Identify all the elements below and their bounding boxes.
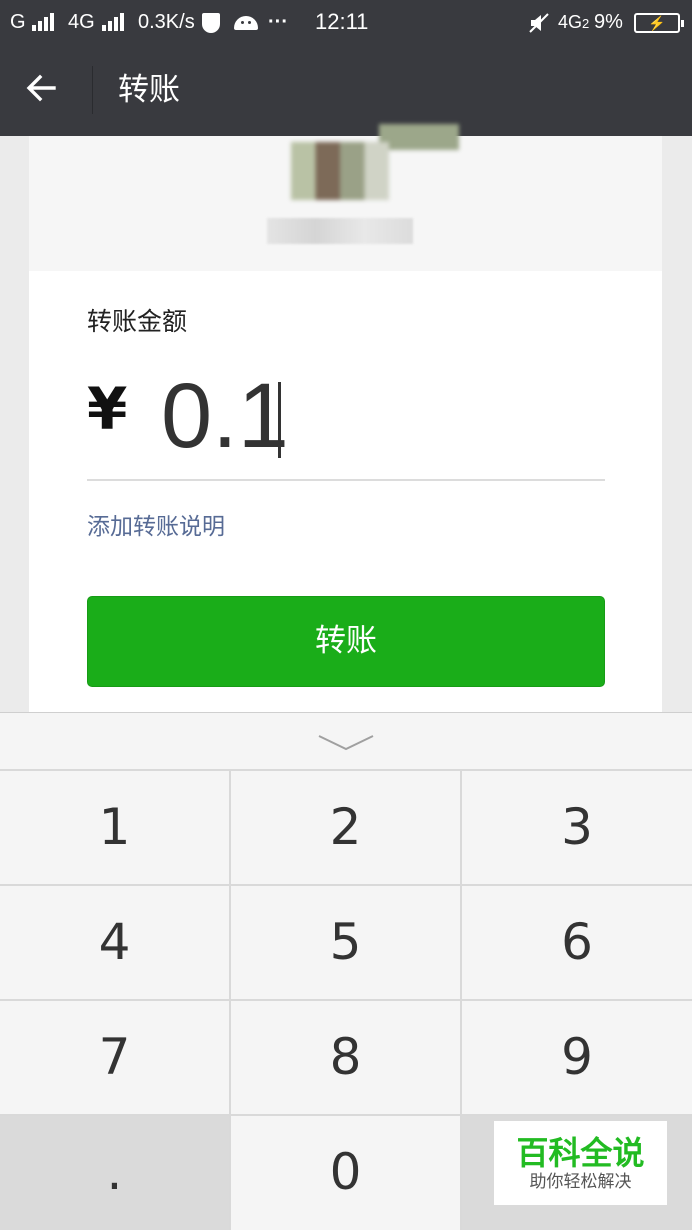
watermark-logo: 百科全说 助你轻松解决 bbox=[494, 1121, 667, 1205]
transfer-button[interactable]: 转账 bbox=[87, 596, 605, 687]
transfer-card: 转账金额 ¥ 0.1 添加转账说明 转账 bbox=[29, 124, 662, 712]
collapse-keyboard-button[interactable] bbox=[0, 713, 692, 769]
more-notifications-icon: ··· bbox=[268, 11, 288, 33]
key-9[interactable]: 9 bbox=[462, 1001, 692, 1114]
network-type: 4G2 bbox=[558, 12, 590, 32]
currency-symbol: ¥ bbox=[87, 375, 128, 443]
page-title: 转账 bbox=[118, 72, 180, 108]
signal-1-icon bbox=[28, 0, 58, 44]
battery-percent: 9% bbox=[594, 11, 623, 33]
text-cursor bbox=[278, 382, 281, 458]
key-7[interactable]: 7 bbox=[0, 1001, 229, 1114]
shield-icon bbox=[202, 0, 220, 44]
key-8[interactable]: 8 bbox=[231, 1001, 460, 1114]
back-button[interactable] bbox=[22, 68, 72, 112]
watermark-title: 百科全说 bbox=[516, 1134, 645, 1172]
amount-label: 转账金额 bbox=[87, 307, 188, 336]
back-arrow-icon bbox=[26, 74, 56, 102]
signal-2-icon bbox=[98, 0, 128, 44]
status-bar: G 4G 0.3K/s ··· 12:11 4G2 9% ⚡ bbox=[0, 0, 692, 44]
payee-avatar bbox=[291, 142, 389, 200]
carrier-2-label: 4G bbox=[68, 11, 95, 33]
add-note-link[interactable]: 添加转账说明 bbox=[87, 507, 225, 541]
key-3[interactable]: 3 bbox=[462, 771, 692, 884]
key-0[interactable]: 0 bbox=[231, 1116, 460, 1230]
key-decimal[interactable]: . bbox=[0, 1116, 229, 1230]
battery-icon: ⚡ bbox=[634, 0, 684, 44]
amount-input[interactable]: 0.1 bbox=[161, 366, 289, 466]
payee-section bbox=[29, 124, 662, 271]
title-bar: 转账 bbox=[0, 44, 692, 136]
mute-icon bbox=[528, 0, 550, 44]
title-divider bbox=[92, 66, 93, 114]
key-4[interactable]: 4 bbox=[0, 886, 229, 999]
key-1[interactable]: 1 bbox=[0, 771, 229, 884]
android-icon bbox=[234, 0, 258, 44]
payee-name-blurred bbox=[267, 218, 413, 244]
clock: 12:11 bbox=[315, 9, 369, 34]
avatar-blur-fragment bbox=[379, 124, 459, 150]
key-5[interactable]: 5 bbox=[231, 886, 460, 999]
carrier-1-label: G bbox=[10, 11, 26, 33]
chevron-down-icon bbox=[318, 735, 374, 751]
key-6[interactable]: 6 bbox=[462, 886, 692, 999]
key-2[interactable]: 2 bbox=[231, 771, 460, 884]
watermark-subtitle: 助你轻松解决 bbox=[529, 1172, 632, 1192]
network-speed: 0.3K/s bbox=[138, 11, 195, 33]
amount-underline bbox=[87, 479, 605, 481]
